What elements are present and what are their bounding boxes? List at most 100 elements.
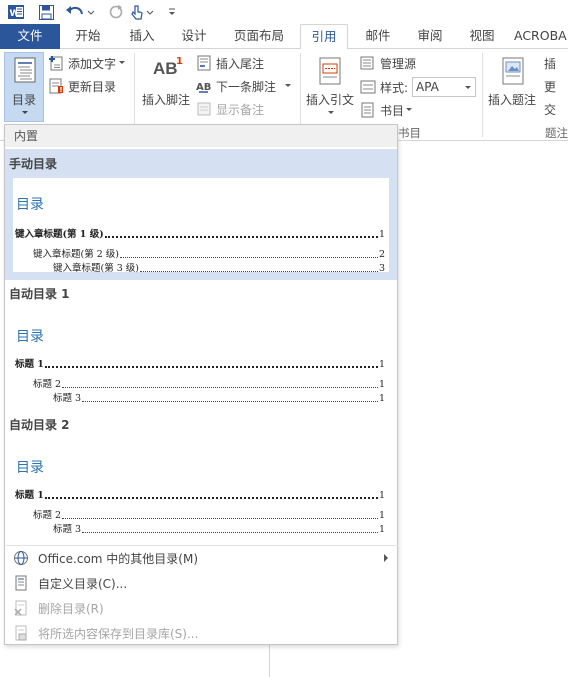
add-text-button[interactable]: 添加文字 (48, 54, 130, 72)
toc-preview-line: 标题 21 (33, 510, 385, 521)
auto-toc-2-preview: 目录 标题 11 标题 21 标题 31 (13, 437, 389, 537)
citation-style: 样式: APA (360, 77, 480, 97)
insert-footnote-button[interactable]: AB 1 插入脚注 (140, 53, 194, 119)
quick-access-toolbar: W (0, 0, 568, 24)
update-table-partial[interactable]: 更 (544, 78, 556, 95)
tab-review[interactable]: 审阅 (408, 24, 452, 49)
cross-reference-partial[interactable]: 交 (544, 101, 556, 118)
chevron-down-icon (119, 61, 125, 64)
footnote-superscript: 1 (176, 56, 183, 67)
group-divider (482, 53, 483, 137)
group-label-captions: 题注 (545, 126, 568, 140)
add-text-icon (49, 56, 63, 71)
toc-icon (14, 57, 36, 83)
insert-endnote-label: 插入尾注 (216, 57, 265, 71)
endnote-icon (197, 55, 211, 71)
manual-toc-title: 手动目录 (9, 157, 58, 171)
customize-qat-icon[interactable] (164, 2, 180, 22)
tab-references[interactable]: 引用 (300, 24, 348, 50)
toc-preview-line: 标题 11 (15, 490, 385, 501)
chevron-down-icon (465, 86, 471, 89)
insert-caption-button[interactable]: 插入题注 (486, 53, 540, 119)
tab-file[interactable]: 文件 (0, 24, 60, 49)
tab-view[interactable]: 视图 (460, 24, 504, 49)
next-footnote-icon: AB (196, 82, 211, 93)
redo-icon[interactable] (106, 2, 126, 22)
chevron-down-icon (285, 84, 291, 87)
toc-preview-line: 标题 31 (53, 524, 385, 535)
remove-toc-icon (14, 600, 27, 616)
tab-design[interactable]: 设计 (172, 24, 216, 49)
save-icon[interactable] (36, 2, 56, 22)
toc-preview-line: 键入章标题(第 3 级) 3 (53, 263, 385, 274)
manage-sources-icon (360, 56, 374, 70)
style-select-value: APA (416, 80, 439, 94)
auto-toc-2-option[interactable]: 自动目录 2 目录 标题 11 标题 21 标题 31 (5, 413, 397, 543)
bibliography-button[interactable]: 书目 (360, 101, 420, 119)
toc-preview-heading: 目录 (16, 197, 44, 213)
add-text-label: 添加文字 (68, 57, 117, 71)
toc-button-label: 目录 (12, 93, 37, 107)
show-notes-icon (197, 102, 211, 116)
tab-acrobat[interactable]: ACROBA (514, 24, 568, 49)
chevron-down-icon (22, 111, 28, 114)
toc-preview-heading: 目录 (16, 460, 44, 476)
manual-toc-preview: 目录 键入章标题(第 1 级) 1 键入章标题(第 2 级) 2 键入章标题(第 3… (13, 178, 389, 274)
builtin-header: 内置 (5, 125, 397, 147)
auto-toc-1-title: 自动目录 1 (9, 287, 70, 301)
insert-citation-icon (319, 57, 341, 85)
toc-preview-line: 键入章标题(第 2 级) 2 (33, 249, 385, 260)
auto-toc-1-option[interactable]: 自动目录 1 目录 标题 11 标题 21 标题 31 (5, 282, 397, 412)
word-app-icon[interactable]: W (6, 2, 26, 22)
more-toc-from-office-menu-item[interactable]: Office.com 中的其他目录(M) (6, 546, 398, 570)
manual-toc-option[interactable]: 手动目录 目录 键入章标题(第 1 级) 1 键入章标题(第 2 级) 2 键入章标… (5, 149, 397, 280)
save-to-gallery-icon (15, 625, 27, 641)
toc-preview-line: 标题 21 (33, 379, 385, 390)
more-toc-label: Office.com 中的其他目录(M) (38, 551, 199, 566)
toc-button[interactable]: 目录 (4, 52, 44, 122)
next-footnote-label: 下一条脚注 (216, 80, 277, 94)
save-selection-label: 将所选内容保存到目录库(S)... (38, 626, 199, 641)
insert-footnote-label: 插入脚注 (142, 93, 191, 107)
custom-toc-menu-item[interactable]: 自定义目录(C)... (6, 571, 398, 595)
style-icon (360, 80, 376, 94)
chevron-down-icon (406, 108, 412, 111)
toc-preview-line: 标题 11 (15, 359, 385, 370)
save-selection-to-gallery-menu-item[interactable]: 将所选内容保存到目录库(S)... (6, 621, 398, 645)
manage-sources-label: 管理源 (380, 57, 417, 71)
custom-toc-icon (15, 575, 27, 591)
custom-toc-label: 自定义目录(C)... (38, 576, 128, 591)
undo-icon[interactable] (64, 2, 96, 22)
manage-sources-button[interactable]: 管理源 (360, 54, 440, 72)
footnote-ab-icon: AB (153, 59, 178, 78)
insert-caption-icon (502, 57, 524, 85)
insert-table-of-figures-partial[interactable]: 插 (544, 55, 556, 72)
tab-mailings[interactable]: 邮件 (356, 24, 400, 49)
touch-mode-icon[interactable] (128, 2, 158, 22)
svg-text:!: ! (59, 86, 62, 94)
ribbon-tabs: 文件 开始 插入 设计 页面布局 引用 邮件 审阅 视图 ACROBA (0, 24, 568, 50)
tab-page-layout[interactable]: 页面布局 (226, 24, 292, 49)
word-window: W 文件 开始 插入 设计 页面布局 引用 邮件 审阅 视图 ACROBA 目录… (0, 0, 568, 677)
style-select[interactable]: APA (412, 77, 476, 97)
update-toc-label: 更新目录 (68, 80, 117, 94)
submenu-arrow-icon (384, 554, 388, 562)
style-label: 样式: (380, 81, 409, 95)
auto-toc-2-title: 自动目录 2 (9, 418, 70, 432)
insert-endnote-button[interactable]: 插入尾注 (196, 54, 286, 72)
toc-dropdown-gallery: 内置 手动目录 目录 键入章标题(第 1 级) 1 键入章标题(第 2 级) 2 键… (4, 124, 398, 645)
insert-citation-label: 插入引文 (306, 93, 355, 107)
update-toc-icon: ! (49, 78, 63, 94)
toc-preview-line: 键入章标题(第 1 级) 1 (15, 229, 385, 240)
insert-citation-button[interactable]: 插入引文 (304, 53, 358, 119)
bibliography-icon (361, 102, 374, 118)
tab-insert[interactable]: 插入 (120, 24, 164, 49)
remove-toc-menu-item[interactable]: 删除目录(R) (6, 596, 398, 620)
chevron-down-icon (328, 111, 334, 114)
show-notes-label: 显示备注 (216, 103, 265, 117)
tab-home[interactable]: 开始 (66, 24, 110, 49)
group-label-citations: 书目 (398, 126, 421, 140)
next-footnote-button[interactable]: AB 下一条脚注 (196, 77, 296, 95)
update-toc-button[interactable]: ! 更新目录 (48, 77, 130, 95)
toc-preview-heading: 目录 (16, 329, 44, 345)
